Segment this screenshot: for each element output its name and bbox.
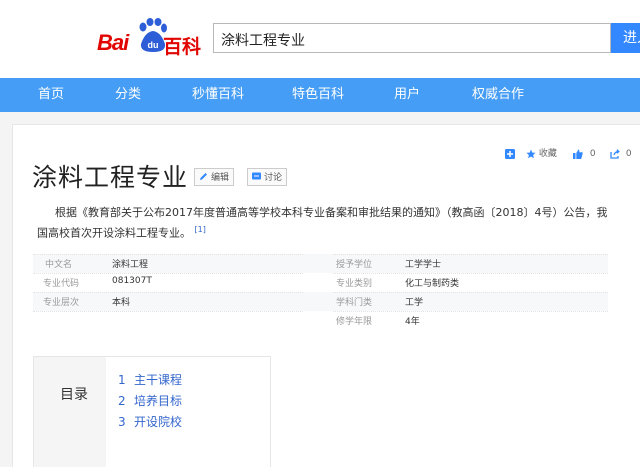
toc-item-colleges[interactable]: 3 开设院校 bbox=[118, 413, 182, 430]
lemma-summary: 根据《教育部关于公布2017年度普通高等学校本科专业备案和审批结果的通知》（教高… bbox=[37, 204, 617, 242]
enter-button[interactable]: 进入 bbox=[611, 23, 640, 53]
info-label-duration: 修学年限 bbox=[336, 317, 373, 327]
share-count: 0 bbox=[625, 149, 632, 159]
discuss-button-label: 讨论 bbox=[264, 173, 283, 183]
toc-item-number: 1 bbox=[118, 373, 126, 387]
info-label-category: 专业类别 bbox=[336, 279, 373, 289]
nav-item-miaodong[interactable]: 秒懂百科 bbox=[192, 78, 244, 112]
info-label-degree: 授予学位 bbox=[336, 260, 373, 270]
thumbs-up-icon bbox=[573, 149, 583, 159]
toc-item-training-goals[interactable]: 2 培养目标 bbox=[118, 392, 182, 409]
reference-link[interactable]: [1] bbox=[195, 225, 206, 234]
nav-item-featured[interactable]: 特色百科 bbox=[292, 78, 344, 112]
toc-item-number: 3 bbox=[118, 415, 126, 429]
info-row bbox=[333, 292, 608, 312]
edit-button-label: 编辑 bbox=[211, 173, 230, 183]
toc-item-label: 主干课程 bbox=[134, 373, 183, 387]
share-icon bbox=[610, 148, 620, 159]
info-value-degree: 工学学士 bbox=[405, 260, 442, 270]
info-row bbox=[333, 254, 608, 274]
search-input[interactable]: 涂料工程专业 bbox=[213, 23, 611, 53]
info-value-major-code: 081307T bbox=[112, 276, 152, 286]
star-icon bbox=[526, 149, 536, 158]
table-of-contents: 目录 1 主干课程 2 培养目标 3 开设院校 bbox=[33, 356, 271, 467]
nav-item-home[interactable]: 首页 bbox=[38, 78, 64, 112]
info-label-major-level: 专业层次 bbox=[43, 298, 80, 308]
nav-item-partner[interactable]: 权威合作 bbox=[472, 78, 524, 112]
toc-item-label: 开设院校 bbox=[134, 415, 183, 429]
info-row bbox=[333, 311, 608, 331]
like-count: 0 bbox=[589, 149, 596, 159]
comment-icon bbox=[252, 172, 261, 180]
logo-bai-text: Bai bbox=[97, 30, 129, 55]
toc-item-main-courses[interactable]: 1 主干课程 bbox=[118, 371, 182, 388]
info-value-discipline: 工学 bbox=[405, 298, 424, 308]
site-header: Bai du 百科 涂料工程专业 进入 bbox=[0, 0, 640, 78]
edit-button[interactable]: 编辑 bbox=[194, 168, 235, 186]
nav-item-category[interactable]: 分类 bbox=[115, 78, 141, 112]
favorite-label: 收藏 bbox=[538, 149, 557, 159]
info-row bbox=[333, 273, 608, 293]
toc-sidebar: 目录 bbox=[34, 357, 106, 467]
toc-title: 目录 bbox=[60, 387, 88, 403]
info-value-category: 化工与制药类 bbox=[405, 279, 460, 289]
favorite-button[interactable]: 收藏 bbox=[526, 147, 557, 161]
share-button[interactable]: 0 bbox=[610, 147, 632, 161]
info-value-chinese-name: 涂料工程 bbox=[112, 260, 149, 270]
baidu-baike-logo[interactable]: Bai du 百科 bbox=[97, 18, 207, 58]
summary-text: 根据《教育部关于公布2017年度普通高等学校本科专业备案和审批结果的通知》（教高… bbox=[37, 206, 608, 240]
info-label-major-code: 专业代码 bbox=[43, 279, 80, 289]
plus-square-icon bbox=[505, 148, 515, 159]
info-label-chinese-name: 中文名 bbox=[45, 260, 73, 270]
search-input-value: 涂料工程专业 bbox=[221, 33, 305, 49]
nav-item-user[interactable]: 用户 bbox=[394, 78, 420, 112]
pencil-icon bbox=[200, 173, 207, 180]
add-button[interactable] bbox=[505, 147, 515, 161]
logo-baike-text: 百科 bbox=[163, 36, 202, 58]
info-row bbox=[33, 311, 303, 331]
info-label-discipline: 学科门类 bbox=[336, 298, 373, 308]
logo-du-text: du bbox=[148, 40, 159, 50]
like-button[interactable]: 0 bbox=[573, 147, 596, 161]
info-value-major-level: 本科 bbox=[112, 298, 131, 308]
toc-item-label: 培养目标 bbox=[134, 394, 183, 408]
info-value-duration: 4年 bbox=[405, 317, 420, 327]
toc-item-number: 2 bbox=[118, 394, 126, 408]
discuss-button[interactable]: 讨论 bbox=[247, 168, 288, 186]
page-title: 涂料工程专业 bbox=[32, 163, 189, 192]
info-row bbox=[33, 254, 303, 274]
main-nav: 首页 分类 秒懂百科 特色百科 用户 权威合作 bbox=[0, 78, 640, 112]
